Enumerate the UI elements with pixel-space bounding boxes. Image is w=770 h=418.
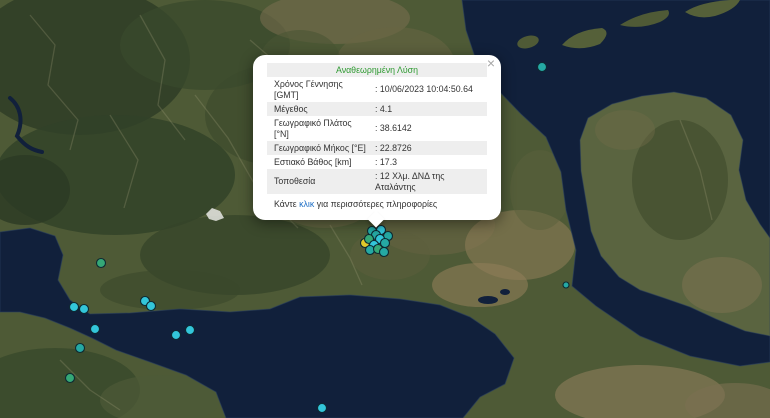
info-row-location: Τοποθεσία : 12 Χλμ. ΔΝΔ της Αταλάντης bbox=[267, 169, 487, 194]
earthquake-marker[interactable] bbox=[89, 323, 101, 335]
earthquake-marker[interactable] bbox=[378, 246, 390, 258]
event-popup: × Αναθεωρημένη Λύση Χρόνος Γέννησης [GMT… bbox=[253, 55, 501, 228]
terrain-patch bbox=[682, 257, 762, 313]
lake bbox=[500, 289, 510, 295]
close-icon[interactable]: × bbox=[487, 56, 495, 70]
row-label: Τοποθεσία bbox=[274, 176, 316, 186]
earthquake-marker[interactable] bbox=[562, 281, 570, 289]
value-separator: : bbox=[375, 156, 378, 167]
value-separator: : bbox=[375, 123, 378, 133]
row-value: 22.8726 bbox=[379, 142, 412, 153]
earthquake-marker[interactable] bbox=[68, 301, 80, 313]
terrain-patch bbox=[595, 110, 655, 150]
row-value: 4.1 bbox=[379, 103, 393, 114]
earthquake-marker[interactable] bbox=[64, 372, 76, 384]
earthquake-marker[interactable] bbox=[74, 342, 86, 354]
value-separator: : bbox=[375, 103, 378, 114]
footer-text-after: για περισσότερες πληροφορίες bbox=[316, 199, 438, 209]
row-value: 10/06/2023 10:04:50.64 bbox=[379, 84, 473, 94]
earthquake-marker[interactable] bbox=[316, 402, 328, 414]
row-label: Γεωγραφικό Πλάτος [°N] bbox=[274, 117, 352, 139]
row-value-cell: : 22.8726 bbox=[375, 143, 487, 154]
earthquake-marker[interactable] bbox=[170, 329, 182, 341]
info-row-depth: Εστιακό Βάθος [km] : 17.3 bbox=[267, 155, 487, 169]
earthquake-marker[interactable] bbox=[78, 303, 90, 315]
terrain-patch bbox=[100, 270, 240, 310]
popup-title: Αναθεωρημένη Λύση bbox=[267, 63, 487, 77]
info-row-longitude: Γεωγραφικό Μήκος [°E] : 22.8726 bbox=[267, 141, 487, 155]
row-label: Γεωγραφικό Μήκος [°E] bbox=[274, 142, 366, 153]
more-info-link[interactable]: κλικ bbox=[299, 199, 314, 209]
info-table: Αναθεωρημένη Λύση Χρόνος Γέννησης [GMT] … bbox=[267, 63, 487, 194]
row-value-cell: : 10/06/2023 10:04:50.64 bbox=[375, 84, 487, 95]
info-row-origin-time: Χρόνος Γέννησης [GMT] : 10/06/2023 10:04… bbox=[267, 77, 487, 102]
earthquake-marker[interactable] bbox=[536, 61, 548, 73]
row-label: Μέγεθος bbox=[274, 103, 308, 114]
row-value: 12 Χλμ. ΔΝΔ της Αταλάντης bbox=[375, 170, 445, 192]
footer-text-before: Κάντε bbox=[274, 199, 297, 209]
earthquake-marker[interactable] bbox=[184, 324, 196, 336]
row-value: 38.6142 bbox=[379, 123, 412, 133]
info-row-magnitude: Μέγεθος : 4.1 bbox=[267, 102, 487, 116]
row-value-cell: : 38.6142 bbox=[375, 123, 487, 134]
row-label: Εστιακό Βάθος [km] bbox=[274, 156, 352, 167]
earthquake-marker[interactable] bbox=[145, 300, 157, 312]
row-value-cell: : 12 Χλμ. ΔΝΔ της Αταλάντης bbox=[375, 171, 487, 193]
lake bbox=[478, 296, 498, 304]
info-row-latitude: Γεωγραφικό Πλάτος [°N] : 38.6142 bbox=[267, 116, 487, 141]
row-value: 17.3 bbox=[379, 156, 398, 167]
value-separator: : bbox=[375, 84, 378, 94]
row-value-cell: : 17.3 bbox=[375, 157, 487, 168]
row-value-cell: : 4.1 bbox=[375, 104, 487, 115]
row-label: Χρόνος Γέννησης [GMT] bbox=[274, 78, 343, 100]
value-separator: : bbox=[375, 142, 378, 153]
earthquake-marker[interactable] bbox=[95, 257, 107, 269]
popup-footer: Κάντε κλικ για περισσότερες πληροφορίες bbox=[274, 199, 437, 210]
value-separator: : bbox=[375, 170, 378, 181]
